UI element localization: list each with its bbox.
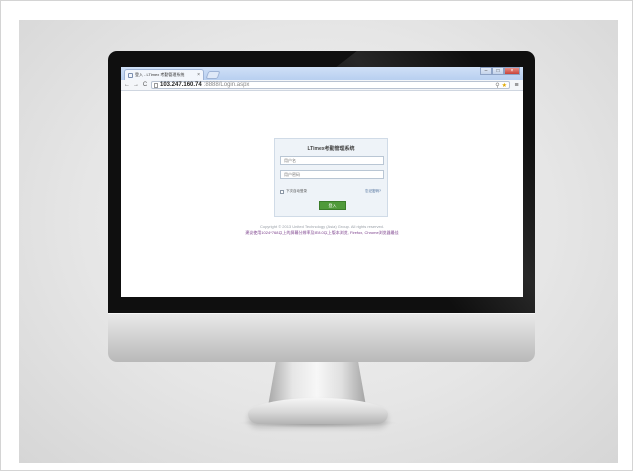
close-window-button[interactable]: × [504, 67, 520, 75]
maximize-button[interactable]: □ [492, 67, 504, 75]
reload-icon[interactable]: C [142, 81, 148, 89]
address-bar-actions: ⚲ ★ [495, 82, 507, 89]
bookmark-star-icon[interactable]: ★ [502, 82, 507, 89]
browser-toolbar: ← → C 103.247.160.74:8888/Login.aspx ⚲ ★… [121, 80, 523, 91]
login-title: LTimex考勤管理系统 [307, 146, 355, 152]
browser-titlebar: 登入 - LTimex 考勤管理系统 × – □ × [121, 67, 523, 80]
url-path: :8888/Login.aspx [203, 82, 250, 88]
remember-me[interactable]: 下次自动登录 [280, 189, 307, 194]
address-bar[interactable]: 103.247.160.74:8888/Login.aspx ⚲ ★ [151, 81, 510, 89]
back-icon[interactable]: ← [124, 81, 130, 89]
monitor-chin [108, 313, 535, 362]
login-panel: LTimex考勤管理系统 下次自动登录 忘记密码? 登入 [274, 138, 388, 217]
forward-icon[interactable]: → [133, 81, 139, 89]
monitor-stand-base [248, 398, 388, 424]
menu-icon[interactable]: ≡ [513, 82, 520, 89]
new-tab-button[interactable] [205, 71, 221, 79]
forgot-password-link[interactable]: 忘记密码? [365, 189, 381, 194]
tab-title: 登入 - LTimex 考勤管理系统 [135, 72, 185, 77]
password-input[interactable] [280, 170, 384, 179]
copyright-text: Copyright © 2013 United Technology (Asia… [259, 224, 385, 229]
browser-notice: 建议使用1024*768以上的屏幕分辨率及IE8.0以上版本浏览, Firefo… [245, 230, 399, 235]
page-icon [154, 82, 158, 88]
monitor: 登入 - LTimex 考勤管理系统 × – □ × ← → C 103.247… [108, 51, 535, 362]
monitor-bezel: 登入 - LTimex 考勤管理系统 × – □ × ← → C 103.247… [108, 51, 535, 313]
search-icon[interactable]: ⚲ [495, 82, 499, 89]
browser-window: 登入 - LTimex 考勤管理系统 × – □ × ← → C 103.247… [121, 67, 523, 297]
url-host: 103.247.160.74 [160, 82, 202, 88]
page-icon [128, 72, 133, 78]
remember-label: 下次自动登录 [286, 189, 307, 193]
remember-checkbox[interactable] [280, 189, 284, 194]
browser-tab[interactable]: 登入 - LTimex 考勤管理系统 × [124, 69, 204, 80]
window-controls: – □ × [480, 67, 520, 75]
login-button[interactable]: 登入 [319, 201, 346, 210]
close-tab-icon[interactable]: × [197, 72, 200, 78]
username-input[interactable] [280, 156, 384, 165]
minimize-button[interactable]: – [480, 67, 492, 75]
